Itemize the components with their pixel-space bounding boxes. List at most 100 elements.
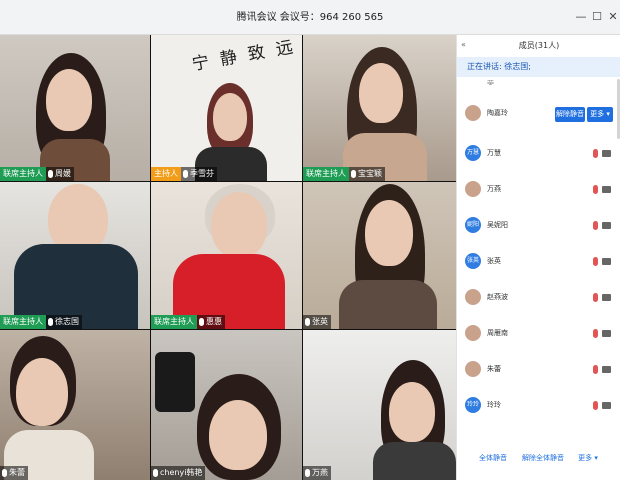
participant-name: 宝宝颖	[358, 169, 382, 178]
member-name-cutoff: 荣	[487, 80, 494, 85]
member-name: 张英	[487, 257, 501, 265]
participant-name: 徐志国	[55, 317, 79, 326]
role-tag: 联席主持人	[0, 315, 46, 329]
minimize-button[interactable]: —	[573, 9, 589, 25]
window-title: 腾讯会议 会议号：964 260 565	[236, 12, 384, 23]
participant-label: 朱蕾	[0, 466, 28, 480]
member-row[interactable]: 赵燕波	[457, 283, 620, 313]
avatar: 张英	[465, 253, 481, 269]
title-bar: 腾讯会议 会议号：964 260 565 — ☐ ✕	[0, 0, 620, 35]
participant-name: 季雪芬	[190, 169, 214, 178]
mic-muted-icon[interactable]	[593, 293, 598, 302]
participant-name: chenyi韩艳	[160, 468, 203, 477]
panel-more-button[interactable]: 更多 ▾	[573, 450, 603, 466]
unmute-all-button[interactable]: 解除全体静音	[515, 450, 571, 466]
mic-muted-icon[interactable]	[593, 401, 598, 410]
participant-label: chenyi韩艳	[151, 466, 206, 480]
participant-label: 联席主持人 宝宝颖	[303, 167, 385, 181]
camera-icon[interactable]	[602, 330, 611, 337]
camera-icon[interactable]	[602, 402, 611, 409]
member-more-button[interactable]: 更多 ▾	[587, 107, 613, 122]
avatar	[465, 105, 481, 121]
mic-muted-icon[interactable]	[593, 185, 598, 194]
meeting-window: 腾讯会议 会议号：964 260 565 — ☐ ✕ 联席主持人 周媛 宁 静 …	[0, 0, 620, 480]
role-tag: 联席主持人	[0, 167, 46, 181]
member-name: 朱蕾	[487, 365, 501, 373]
maximize-button[interactable]: ☐	[589, 9, 605, 25]
participant-name: 周媛	[55, 169, 71, 178]
mic-icon	[153, 469, 158, 477]
role-tag: 主持人	[151, 167, 181, 181]
video-tile[interactable]: 联席主持人 惠惠	[151, 182, 302, 329]
member-name: 周雁南	[487, 329, 508, 337]
speaking-indicator: 正在讲话: 徐志国;	[457, 57, 620, 77]
video-tile[interactable]: 联席主持人 宝宝颖	[303, 35, 456, 181]
member-row[interactable]: 妮阳 吴妮阳	[457, 211, 620, 241]
participant-label: 联席主持人 周媛	[0, 167, 74, 181]
participant-label: 主持人 季雪芬	[151, 167, 217, 181]
mic-icon	[305, 469, 310, 477]
mic-icon	[305, 318, 310, 326]
participant-name: 张英	[312, 317, 328, 326]
avatar: 妮阳	[465, 217, 481, 233]
participant-name: 朱蕾	[9, 468, 25, 477]
video-grid: 联席主持人 周媛 宁 静 致 远 主持人 季雪芬 联席主持人 宝宝颖 联席主持人…	[0, 35, 456, 480]
member-row[interactable]: 万燕	[457, 175, 620, 205]
camera-icon[interactable]	[602, 186, 611, 193]
participant-label: 联席主持人 徐志国	[0, 315, 82, 329]
member-name: 赵燕波	[487, 293, 508, 301]
member-name: 吴妮阳	[487, 221, 508, 229]
unmute-member-button[interactable]: 解除静音	[555, 107, 585, 122]
avatar	[465, 361, 481, 377]
camera-icon[interactable]	[602, 258, 611, 265]
avatar	[465, 289, 481, 305]
mic-muted-icon[interactable]	[593, 329, 598, 338]
video-tile[interactable]: 宁 静 致 远 主持人 季雪芬	[151, 35, 302, 181]
member-row-host[interactable]: 陶嘉玲 解除静音 更多 ▾	[457, 99, 620, 129]
avatar: 玲玲	[465, 397, 481, 413]
mic-icon	[351, 170, 356, 178]
member-row[interactable]: 玲玲 玲玲	[457, 391, 620, 421]
video-tile[interactable]: 联席主持人 周媛	[0, 35, 150, 181]
member-row[interactable]: 周雁南	[457, 319, 620, 349]
mute-all-button[interactable]: 全体静音	[475, 450, 511, 466]
mic-icon	[199, 318, 204, 326]
member-row[interactable]: 万慧 万慧	[457, 139, 620, 169]
mic-icon	[183, 170, 188, 178]
video-tile[interactable]: 万燕	[303, 330, 456, 480]
close-button[interactable]: ✕	[605, 9, 620, 25]
avatar: 万慧	[465, 145, 481, 161]
video-tile[interactable]: 朱蕾	[0, 330, 150, 480]
mic-icon	[2, 469, 7, 477]
mic-icon	[48, 170, 53, 178]
member-name: 陶嘉玲	[487, 109, 508, 117]
camera-icon[interactable]	[602, 366, 611, 373]
camera-icon[interactable]	[602, 150, 611, 157]
video-tile[interactable]: 联席主持人 徐志国	[0, 182, 150, 329]
member-name: 万慧	[487, 149, 501, 157]
participant-label: 万燕	[303, 466, 331, 480]
members-panel: « 成员(31人) 正在讲话: 徐志国; 荣 陶嘉玲 解除静音 更多 ▾ 万慧 …	[456, 35, 620, 480]
video-tile[interactable]: 张英	[303, 182, 456, 329]
participant-label: 联席主持人 惠惠	[151, 315, 225, 329]
participant-name: 惠惠	[206, 317, 222, 326]
participant-label: 张英	[303, 315, 331, 329]
role-tag: 联席主持人	[303, 167, 349, 181]
mic-muted-icon[interactable]	[593, 149, 598, 158]
member-row[interactable]: 朱蕾	[457, 355, 620, 385]
mic-muted-icon[interactable]	[593, 257, 598, 266]
avatar	[465, 181, 481, 197]
member-name: 万燕	[487, 185, 501, 193]
role-tag: 联席主持人	[151, 315, 197, 329]
avatar	[465, 325, 481, 341]
camera-icon[interactable]	[602, 222, 611, 229]
participant-name: 万燕	[312, 468, 328, 477]
mic-muted-icon[interactable]	[593, 365, 598, 374]
mic-icon	[48, 318, 53, 326]
members-title: 成员(31人)	[518, 41, 560, 50]
member-row[interactable]: 张英 张英	[457, 247, 620, 277]
video-tile[interactable]: chenyi韩艳	[151, 330, 302, 480]
member-name: 玲玲	[487, 401, 501, 409]
camera-icon[interactable]	[602, 294, 611, 301]
mic-muted-icon[interactable]	[593, 221, 598, 230]
